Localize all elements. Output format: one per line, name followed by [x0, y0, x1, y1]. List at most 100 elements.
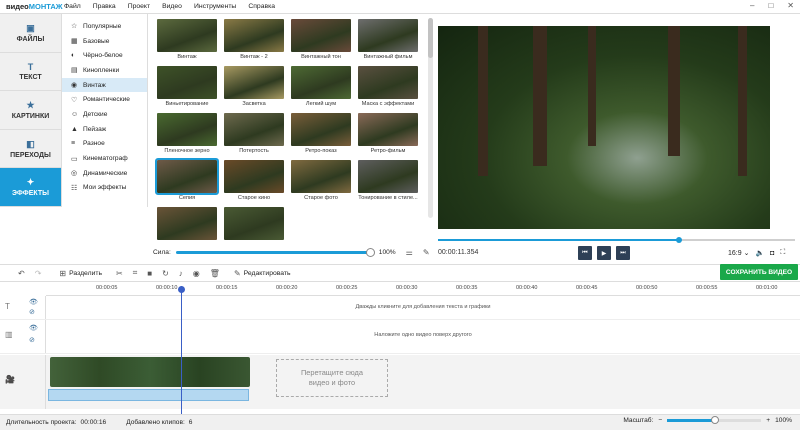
effect-tile[interactable]: Пленочное зерно	[157, 113, 217, 154]
split-icon[interactable]: ⊞	[59, 269, 66, 278]
apply-brush-icon[interactable]: ✎	[423, 248, 430, 257]
category-icon: ◐	[71, 52, 76, 60]
effect-tile[interactable]: Легкий шум	[291, 66, 351, 107]
category-item[interactable]: ♡ Романтические	[62, 92, 147, 107]
zoom-out-icon[interactable]: −	[658, 417, 662, 424]
snapshot-icon[interactable]: ◘	[770, 250, 774, 257]
ruler-tick: 00:00:55	[696, 285, 718, 291]
category-item[interactable]: ▤ Кинопленки	[62, 63, 147, 78]
video-clips[interactable]	[50, 357, 250, 387]
category-item[interactable]: ☷ Мои эффекты	[62, 181, 147, 196]
category-item[interactable]: ◐ Чёрно-белое	[62, 48, 147, 63]
window-controls: – □ ✕	[750, 1, 794, 10]
effect-tile[interactable]: Винтаж	[157, 19, 217, 60]
preview-progress[interactable]	[438, 237, 800, 243]
preview-controls: 16:9 ⌄ 🔈 ◘ ⛶	[728, 249, 785, 257]
duration-label: Длительность проекта:	[6, 419, 77, 426]
volume-icon[interactable]: 🔈	[755, 249, 764, 257]
previous-frame-button[interactable]: ⏮	[578, 246, 592, 260]
text-track[interactable]: T 👁 ⊘ Дважды кликните для добавления тек…	[0, 296, 800, 320]
category-icon: ☆	[71, 23, 78, 31]
category-label: Разное	[83, 140, 105, 148]
strength-slider[interactable]	[175, 247, 375, 257]
menu-item-0[interactable]: Файл	[64, 3, 81, 10]
nav-text[interactable]: T ТЕКСТ	[0, 53, 61, 92]
menu-item-5[interactable]: Справка	[248, 3, 275, 10]
overlay-track[interactable]: ▥ 👁 ⊘ Наложите одно видео поверх другого	[0, 320, 800, 354]
minimize-icon[interactable]: –	[750, 1, 754, 10]
effect-tile[interactable]: Сепия	[155, 158, 219, 201]
save-video-button[interactable]: СОХРАНИТЬ ВИДЕО	[720, 264, 798, 280]
effect-tile[interactable]: Винтаж - 2	[224, 19, 284, 60]
effect-tile[interactable]: Маска с эффектами	[358, 66, 418, 107]
zoom-slider[interactable]	[667, 416, 762, 424]
effect-tile[interactable]: Ретро-показ	[291, 113, 351, 154]
rotate-icon[interactable]: ↻	[162, 269, 169, 278]
effect-tile[interactable]: Старое фото	[291, 160, 351, 201]
app-logo: видеоМОНТАЖ	[6, 2, 63, 11]
play-button[interactable]: ▶	[597, 246, 611, 260]
menu-item-4[interactable]: Инструменты	[194, 3, 236, 10]
category-item[interactable]: ▭ Кинематограф	[62, 151, 147, 166]
menu-item-2[interactable]: Проект	[128, 3, 150, 10]
audio-waveform[interactable]	[48, 389, 249, 401]
zoom-in-icon[interactable]: +	[766, 417, 770, 424]
effect-tile[interactable]: Виньетирование	[157, 66, 217, 107]
visibility-icon[interactable]: 👁	[29, 324, 38, 332]
video-track-header: 🎥	[0, 355, 46, 409]
nav-files[interactable]: ▣ ФАЙЛЫ	[0, 14, 61, 53]
edit-button[interactable]: Редактировать	[244, 270, 291, 277]
category-item[interactable]: ◎ Динамические	[62, 166, 147, 181]
playhead[interactable]	[181, 286, 182, 414]
category-item[interactable]: ☺ Детские	[62, 107, 147, 122]
undo-icon[interactable]: ↶	[18, 269, 25, 278]
effect-tile[interactable]: Тонирование в стиле...	[358, 160, 418, 201]
nav-transitions[interactable]: ◧ ПЕРЕХОДЫ	[0, 130, 61, 169]
nav-effects[interactable]: ✦ ЭФФЕКТЫ	[0, 168, 61, 207]
redo-icon[interactable]: ↷	[35, 269, 42, 278]
edit-icon[interactable]: ✎	[234, 269, 241, 278]
nav-pictures[interactable]: ★ КАРТИНКИ	[0, 91, 61, 130]
drop-zone[interactable]: Перетащите сюда видео и фото	[276, 359, 388, 397]
next-frame-button[interactable]: ⏭	[616, 246, 630, 260]
crop-icon[interactable]: ⌗	[133, 268, 138, 278]
effect-tile[interactable]: Старое кино	[224, 160, 284, 201]
category-item[interactable]: ☆ Популярные	[62, 19, 147, 34]
ruler-tick: 00:00:30	[396, 285, 418, 291]
effect-tile[interactable]: Винтажный фильм	[358, 19, 418, 60]
category-item[interactable]: ▦ Базовые	[62, 34, 147, 49]
music-icon[interactable]: ♪	[179, 269, 183, 278]
fullscreen-icon[interactable]: ⛶	[780, 249, 785, 257]
stop-icon[interactable]: ■	[147, 269, 152, 278]
category-item[interactable]: ▲ Пейзаж	[62, 122, 147, 137]
split-button[interactable]: Разделить	[69, 270, 102, 277]
record-icon[interactable]: ◉	[193, 269, 200, 278]
adjust-icon[interactable]: ⚌	[406, 248, 413, 257]
aspect-ratio-select[interactable]: 16:9 ⌄	[728, 249, 749, 257]
effect-tile[interactable]	[157, 207, 217, 241]
zoom-value: 100%	[775, 417, 792, 424]
effect-tile[interactable]: Засветка	[224, 66, 284, 107]
effect-thumbnail	[224, 113, 284, 146]
effect-tile[interactable]: Ретро-фильм	[358, 113, 418, 154]
close-icon[interactable]: ✕	[787, 1, 794, 10]
menu-item-3[interactable]: Видео	[162, 3, 182, 10]
menu-item-1[interactable]: Правка	[93, 3, 116, 10]
effect-tile[interactable]: Потертость	[224, 113, 284, 154]
link-icon[interactable]: ⊘	[29, 308, 35, 316]
category-item[interactable]: ◉ Винтаж	[62, 77, 147, 93]
cut-icon[interactable]: ✂	[116, 269, 123, 278]
playhead-handle[interactable]	[178, 286, 185, 293]
category-label: Винтаж	[83, 81, 106, 89]
category-item[interactable]: ≡ Разное	[62, 137, 147, 152]
effect-tile[interactable]: Винтажный тон	[291, 19, 351, 60]
link-icon[interactable]: ⊘	[29, 336, 35, 344]
effects-scrollbar[interactable]	[428, 18, 433, 218]
effect-tile[interactable]	[224, 207, 284, 241]
video-preview[interactable]	[438, 26, 770, 229]
visibility-icon[interactable]: 👁	[29, 298, 38, 306]
maximize-icon[interactable]: □	[768, 1, 773, 10]
timeline-ruler[interactable]: 00:00:05 00:00:10 00:00:15 00:00:20 00:00:25…	[46, 282, 800, 296]
delete-icon[interactable]: 🗑	[210, 269, 220, 278]
preview-timecode: 00:00:11.354	[438, 249, 479, 256]
